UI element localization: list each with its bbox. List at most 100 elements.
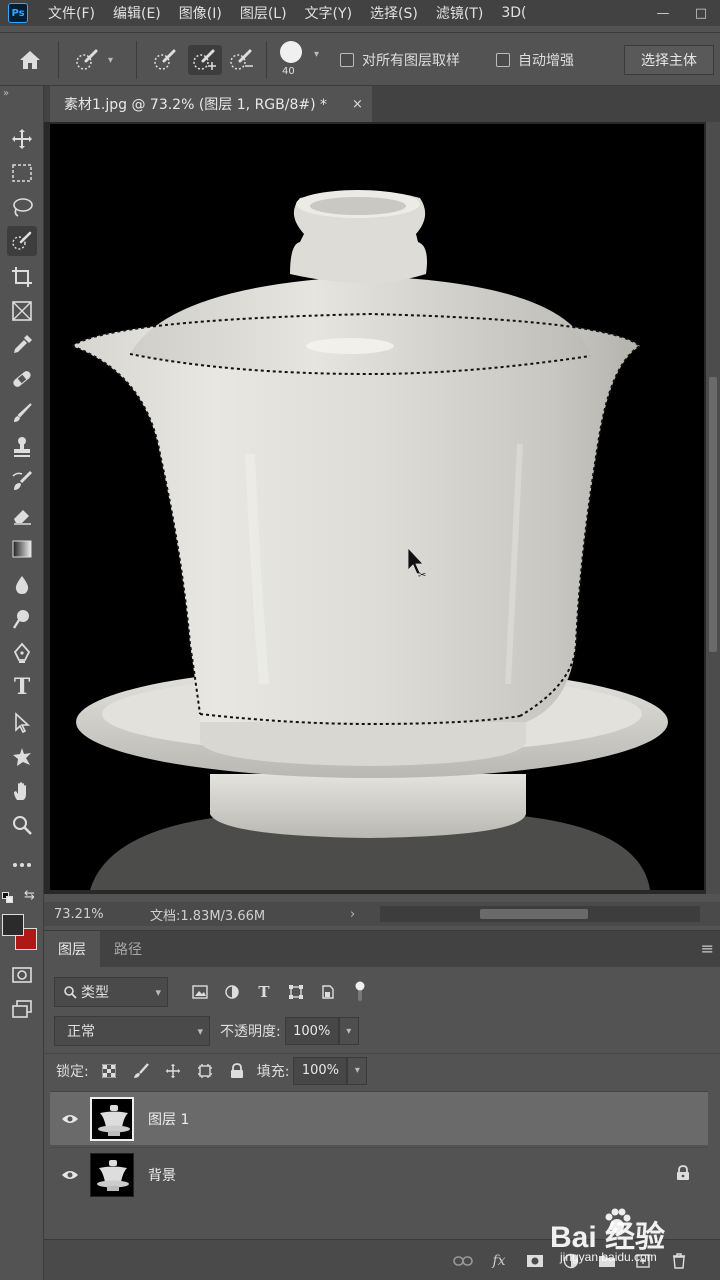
layer-thumbnail — [90, 1096, 134, 1141]
lock-artboard-button[interactable] — [191, 1057, 219, 1085]
menu-edit[interactable]: 编辑(E) — [113, 3, 161, 23]
panel-tabs: 图层 路径 ≡ — [44, 931, 720, 967]
brush-tool[interactable] — [7, 398, 37, 428]
horizontal-scrollbar[interactable] — [380, 906, 700, 922]
menu-image[interactable]: 图像(I) — [179, 3, 222, 23]
screen-mode-icon — [12, 1000, 32, 1018]
quick-selection-tool[interactable] — [7, 226, 37, 256]
select-subject-button[interactable]: 选择主体 — [624, 45, 714, 75]
move-icon — [12, 129, 32, 149]
add-to-selection-button[interactable] — [188, 45, 222, 75]
zoom-tool[interactable] — [7, 810, 37, 840]
visibility-toggle[interactable] — [50, 1113, 90, 1125]
layer-row-layer1[interactable]: 图层 1 — [50, 1091, 708, 1145]
default-colors-icon[interactable] — [2, 892, 14, 904]
crop-tool[interactable] — [7, 262, 37, 292]
custom-shape-icon — [13, 748, 31, 766]
eyedropper-tool[interactable] — [7, 330, 37, 360]
layer-name[interactable]: 图层 1 — [148, 1109, 189, 1129]
gradient-icon — [12, 540, 32, 558]
menu-select[interactable]: 选择(S) — [370, 3, 418, 23]
layer-filter-dropdown[interactable]: 类型 ▾ — [54, 977, 168, 1007]
subtract-from-selection-button[interactable] — [228, 45, 256, 75]
menu-type[interactable]: 文字(Y) — [305, 3, 352, 23]
lock-icon — [677, 1164, 689, 1180]
fill-dropdown-button[interactable]: ▾ — [347, 1056, 368, 1085]
lock-transparent-pixels-button[interactable] — [95, 1057, 123, 1085]
vertical-scroll-thumb[interactable] — [709, 377, 717, 652]
menu-file[interactable]: 文件(F) — [48, 3, 95, 23]
menu-filter[interactable]: 滤镜(T) — [436, 3, 483, 23]
menu-layer[interactable]: 图层(L) — [240, 3, 287, 23]
swap-colors-icon[interactable]: ⇆ — [24, 888, 35, 903]
healing-brush-tool[interactable] — [7, 364, 37, 394]
link-layers-button[interactable] — [452, 1250, 474, 1272]
type-tool[interactable]: T — [7, 672, 37, 702]
zoom-level[interactable]: 73.21% — [54, 907, 150, 922]
lock-image-pixels-button[interactable] — [127, 1057, 155, 1085]
tool-preset-picker[interactable]: ▾ — [74, 45, 113, 75]
add-mask-button[interactable] — [524, 1250, 546, 1272]
auto-enhance-checkbox[interactable]: 自动增强 — [496, 45, 574, 75]
more-tools[interactable] — [7, 850, 37, 880]
fill-input[interactable]: 100% — [293, 1056, 348, 1085]
filter-toggle-button[interactable] — [346, 978, 374, 1006]
history-brush-tool[interactable] — [7, 466, 37, 496]
blur-tool[interactable] — [7, 570, 37, 600]
layer-name[interactable]: 背景 — [148, 1165, 176, 1185]
foreground-color-swatch[interactable] — [2, 914, 24, 936]
dodge-tool[interactable] — [7, 604, 37, 634]
transform-box-icon — [289, 985, 303, 999]
move-tool[interactable] — [7, 124, 37, 154]
sample-all-layers-checkbox[interactable]: 对所有图层取样 — [340, 45, 460, 75]
path-selection-tool[interactable] — [7, 708, 37, 738]
layer-row-background[interactable]: 背景 — [50, 1147, 708, 1201]
gradient-tool[interactable] — [7, 534, 37, 564]
tab-layers[interactable]: 图层 — [44, 931, 100, 967]
search-icon — [64, 986, 77, 999]
lock-all-button[interactable] — [223, 1057, 251, 1085]
vertical-scrollbar[interactable] — [706, 122, 720, 894]
filter-smart-object-button[interactable] — [314, 978, 342, 1006]
filter-type-button[interactable]: T — [250, 978, 278, 1006]
filter-shape-button[interactable] — [282, 978, 310, 1006]
opacity-dropdown-button[interactable]: ▾ — [338, 1017, 359, 1045]
status-menu-arrow[interactable]: › — [350, 907, 374, 922]
shape-tool[interactable] — [7, 742, 37, 772]
lasso-tool[interactable] — [7, 192, 37, 222]
clone-stamp-tool[interactable] — [7, 432, 37, 462]
filter-pixel-button[interactable] — [186, 978, 214, 1006]
svg-text:✂: ✂ — [418, 570, 426, 581]
auto-enhance-label: 自动增强 — [518, 53, 574, 69]
pen-tool[interactable] — [7, 638, 37, 668]
visibility-toggle[interactable] — [50, 1169, 90, 1181]
screen-mode-button[interactable] — [7, 994, 37, 1024]
layer-thumbnail — [90, 1152, 134, 1197]
fx-icon[interactable]: fx — [488, 1250, 510, 1272]
hand-tool[interactable] — [7, 776, 37, 806]
brush-size-picker[interactable]: 40 ▾ — [278, 39, 328, 81]
opacity-input[interactable]: 100% — [284, 1017, 339, 1045]
eraser-tool[interactable] — [7, 500, 37, 530]
panel-menu-icon[interactable]: ≡ — [701, 939, 714, 958]
chevron-down-icon: ▾ — [197, 1024, 203, 1038]
maximize-button[interactable]: □ — [682, 0, 720, 26]
collapse-panel-icon[interactable]: » — [3, 88, 9, 99]
quick-mask-button[interactable] — [7, 960, 37, 990]
lock-position-button[interactable] — [159, 1057, 187, 1085]
filter-adjustment-button[interactable] — [218, 978, 246, 1006]
close-icon[interactable]: × — [352, 97, 363, 112]
home-button[interactable] — [18, 45, 42, 75]
frame-tool[interactable] — [7, 296, 37, 326]
marquee-tool[interactable] — [7, 158, 37, 188]
new-selection-button[interactable] — [152, 45, 180, 75]
horizontal-scroll-thumb[interactable] — [480, 909, 588, 919]
document-tab[interactable]: 素材1.jpg @ 73.2% (图层 1, RGB/8#) * × — [50, 86, 372, 122]
document-canvas[interactable]: ✂ — [50, 124, 704, 890]
chevron-down-icon: ▾ — [354, 1065, 360, 1076]
tab-paths[interactable]: 路径 — [100, 931, 156, 967]
minimize-button[interactable]: — — [644, 0, 682, 26]
canvas-area[interactable]: ✂ — [44, 122, 706, 894]
menu-3d[interactable]: 3D( — [501, 5, 526, 21]
blend-mode-dropdown[interactable]: 正常 ▾ — [54, 1016, 210, 1046]
